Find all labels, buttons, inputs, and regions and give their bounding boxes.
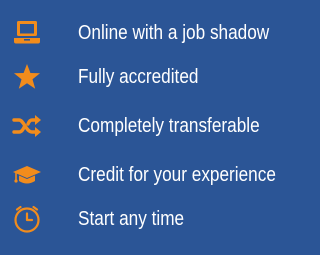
feature-label: Credit for your experience	[78, 164, 276, 186]
feature-label: Fully accredited	[78, 66, 199, 88]
feature-label: Completely transferable	[78, 115, 260, 137]
star-icon	[12, 62, 42, 92]
feature-item-transferable: Completely transferable	[0, 106, 320, 146]
laptop-icon	[12, 18, 42, 48]
clock-icon	[12, 204, 42, 234]
graduation-cap-icon	[12, 160, 42, 190]
feature-list: Online with a job shadow Fully accredite…	[0, 0, 320, 255]
feature-label: Online with a job shadow	[78, 22, 270, 44]
shuffle-icon	[12, 111, 42, 141]
feature-item-accredited: Fully accredited	[0, 57, 320, 97]
feature-item-start: Start any time	[0, 199, 320, 239]
feature-item-credit: Credit for your experience	[0, 155, 320, 195]
feature-item-online: Online with a job shadow	[0, 13, 320, 53]
feature-label: Start any time	[78, 208, 185, 230]
